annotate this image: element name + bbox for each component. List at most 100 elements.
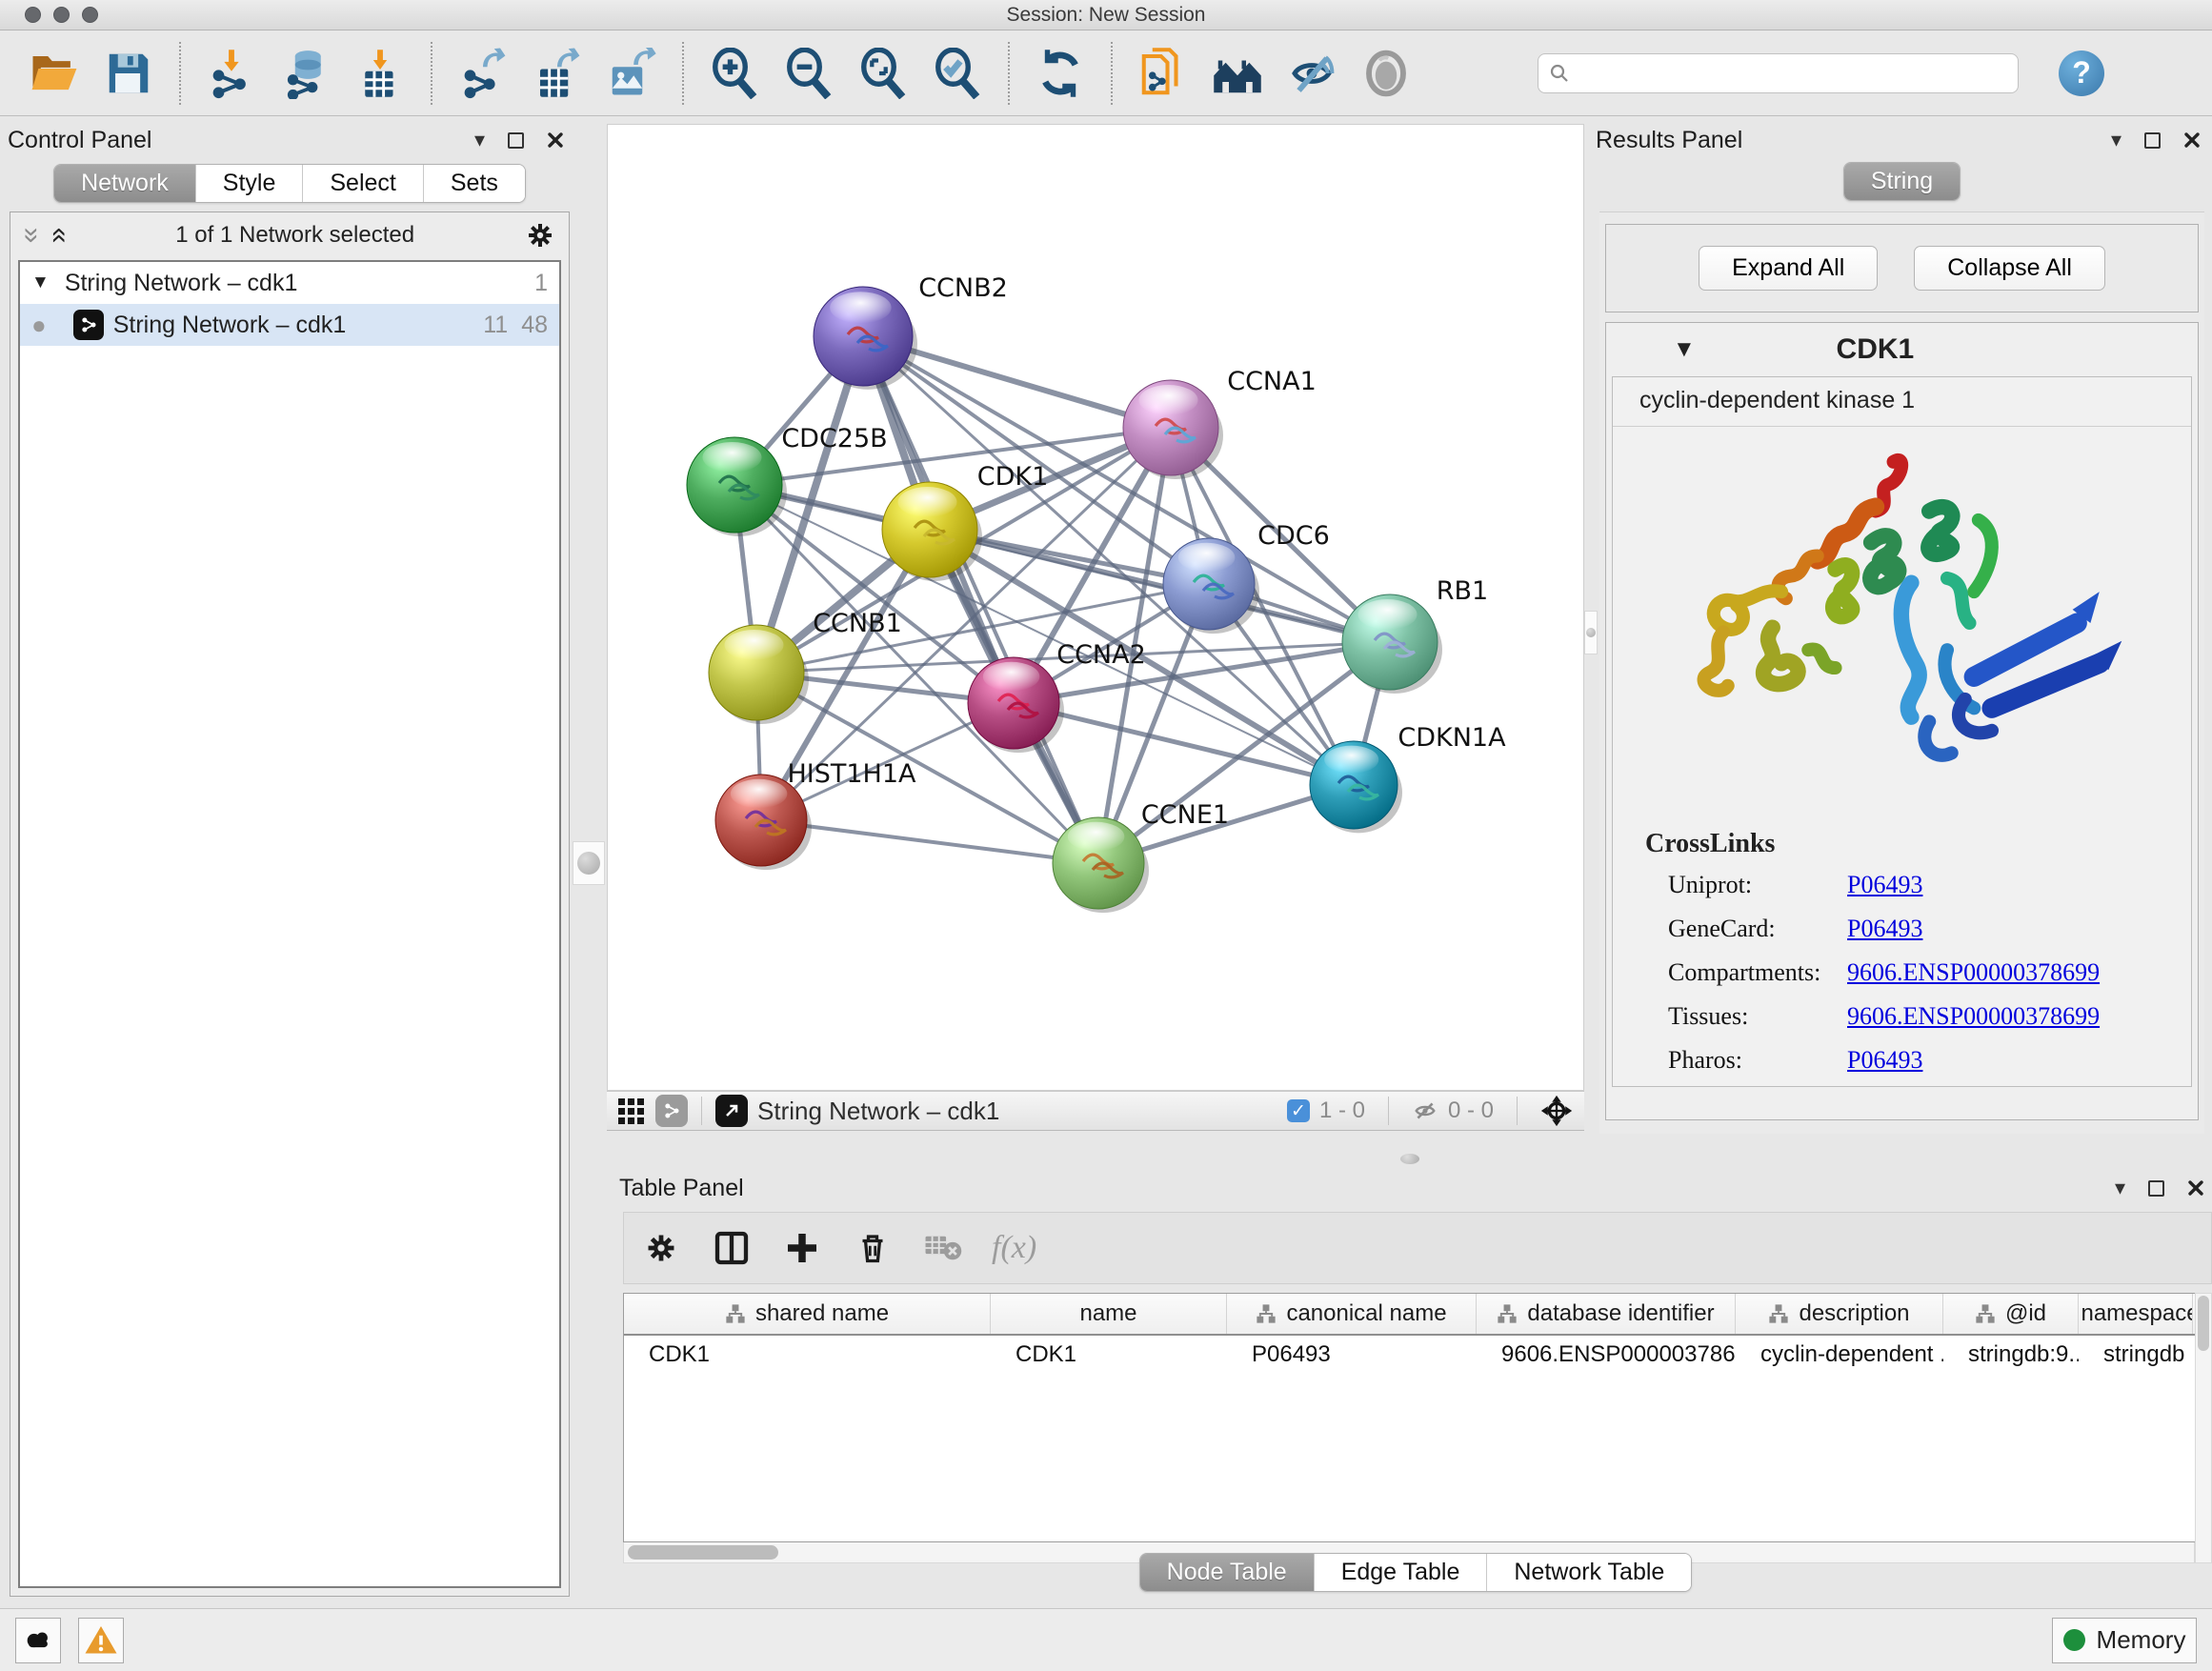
open-session-icon[interactable] bbox=[27, 46, 82, 101]
network-node-CCNA2[interactable] bbox=[968, 657, 1064, 753]
panel-float-icon[interactable] bbox=[2144, 132, 2161, 149]
tab-sets[interactable]: Sets bbox=[423, 165, 525, 202]
detach-view-icon[interactable] bbox=[715, 1095, 748, 1127]
column-header[interactable]: @id bbox=[1943, 1294, 2079, 1334]
network-node-HIST1H1A[interactable] bbox=[715, 775, 812, 870]
crosslink-link[interactable]: 9606.ENSP00000378699 bbox=[1847, 1002, 2100, 1031]
network-collection-row[interactable]: ▼ String Network – cdk1 1 bbox=[20, 262, 559, 304]
tab-network[interactable]: Network bbox=[54, 165, 195, 202]
expand-all-icon[interactable]: » bbox=[48, 228, 67, 244]
create-column-icon[interactable] bbox=[780, 1226, 824, 1270]
left-splitter-handle[interactable] bbox=[573, 841, 605, 885]
crosslink-link[interactable]: P06493 bbox=[1847, 1046, 1922, 1075]
column-header-label: database identifier bbox=[1527, 1300, 1714, 1327]
column-header[interactable]: name bbox=[991, 1294, 1227, 1334]
save-session-icon[interactable] bbox=[101, 46, 156, 101]
refresh-icon[interactable] bbox=[1033, 46, 1088, 101]
zoom-fit-icon[interactable] bbox=[855, 46, 911, 101]
warnings-button[interactable] bbox=[78, 1618, 124, 1663]
tab-string[interactable]: String bbox=[1844, 163, 1960, 200]
crosslink-link[interactable]: P06493 bbox=[1847, 871, 1922, 899]
table-cell[interactable]: CDK1 bbox=[991, 1336, 1227, 1374]
tab-node-table[interactable]: Node Table bbox=[1140, 1554, 1314, 1591]
panel-menu-icon[interactable]: ▾ bbox=[2111, 128, 2122, 152]
memory-button[interactable]: Memory bbox=[2052, 1618, 2197, 1663]
table-cell[interactable]: P06493 bbox=[1227, 1336, 1477, 1374]
network-options-gear-icon[interactable] bbox=[525, 220, 555, 251]
tab-network-table[interactable]: Network Table bbox=[1486, 1554, 1691, 1591]
collapse-all-icon[interactable]: » bbox=[22, 228, 41, 244]
string-import-icon[interactable] bbox=[1136, 46, 1191, 101]
tab-edge-table[interactable]: Edge Table bbox=[1314, 1554, 1487, 1591]
export-image-icon[interactable] bbox=[604, 46, 659, 101]
expand-all-button[interactable]: Expand All bbox=[1699, 246, 1878, 291]
zoom-out-icon[interactable] bbox=[781, 46, 836, 101]
import-table-icon[interactable] bbox=[352, 46, 408, 101]
grid-view-icon[interactable] bbox=[618, 1098, 644, 1124]
hide-glass-eye-icon[interactable] bbox=[1284, 46, 1339, 101]
table-cell[interactable]: 9606.ENSP00000378699 bbox=[1477, 1336, 1736, 1374]
network-node-CDK1[interactable] bbox=[882, 482, 982, 581]
function-builder-icon[interactable]: f(x) bbox=[992, 1230, 1036, 1266]
panel-close-icon[interactable] bbox=[547, 131, 564, 149]
column-header-label: @id bbox=[2005, 1300, 2046, 1327]
column-header[interactable]: description bbox=[1736, 1294, 1943, 1334]
import-network-icon[interactable] bbox=[204, 46, 259, 101]
table-options-gear-icon[interactable] bbox=[639, 1226, 683, 1270]
protein-collapse-icon[interactable]: ▼ bbox=[1673, 336, 1696, 363]
network-overview-icon[interactable] bbox=[655, 1095, 688, 1127]
network-node-CDC25B[interactable] bbox=[687, 437, 787, 536]
help-button[interactable]: ? bbox=[2059, 50, 2104, 96]
crosslink-link[interactable]: 9606.ENSP00000378699 bbox=[1847, 958, 2100, 987]
crosslink-link[interactable]: P06493 bbox=[1847, 915, 1922, 943]
network-node-CCNE1[interactable] bbox=[1053, 817, 1149, 913]
panel-float-icon[interactable] bbox=[508, 132, 524, 149]
column-header[interactable]: shared name bbox=[624, 1294, 991, 1334]
column-header[interactable]: canonical name bbox=[1227, 1294, 1477, 1334]
control-panel: Control Panel ▾ Network Style Select Set… bbox=[8, 124, 572, 1597]
panel-close-icon[interactable] bbox=[2187, 1179, 2204, 1197]
tab-select[interactable]: Select bbox=[302, 165, 422, 202]
collection-expand-icon[interactable]: ▼ bbox=[31, 272, 50, 293]
table-cell[interactable]: CDK1 bbox=[624, 1336, 991, 1374]
collapse-all-button[interactable]: Collapse All bbox=[1914, 246, 2105, 291]
table-cell[interactable]: stringdb:9... bbox=[1943, 1336, 2079, 1374]
show-eye-icon[interactable] bbox=[1358, 46, 1414, 101]
column-header[interactable]: database identifier bbox=[1477, 1294, 1736, 1334]
export-table-icon[interactable] bbox=[530, 46, 585, 101]
table-cell[interactable]: stringdb bbox=[2079, 1336, 2193, 1374]
network-node-CDC6[interactable] bbox=[1163, 538, 1259, 634]
horizontal-splitter-handle[interactable] bbox=[1400, 1154, 1419, 1164]
export-network-icon[interactable] bbox=[455, 46, 511, 101]
panel-close-icon[interactable] bbox=[2183, 131, 2201, 149]
network-row[interactable]: ● String Network – cdk1 11 48 bbox=[20, 304, 559, 346]
network-node-RB1[interactable] bbox=[1342, 594, 1442, 694]
column-header[interactable]: namespace bbox=[2079, 1294, 2193, 1334]
network-edge[interactable] bbox=[761, 820, 1098, 863]
network-node-CDKN1A[interactable] bbox=[1310, 741, 1402, 833]
birdseye-toggle-icon[interactable] bbox=[1540, 1095, 1573, 1127]
selected-indicator-checkbox[interactable]: ✓ bbox=[1287, 1099, 1310, 1122]
scrollbar-thumb[interactable] bbox=[2198, 1296, 2209, 1351]
table-vertical-scrollbar[interactable] bbox=[2195, 1293, 2212, 1563]
table-cell[interactable]: cyclin-dependent ... bbox=[1736, 1336, 1943, 1374]
delete-table-icon[interactable] bbox=[921, 1226, 965, 1270]
panel-menu-icon[interactable]: ▾ bbox=[474, 128, 485, 152]
network-node-CCNA1[interactable] bbox=[1123, 380, 1223, 479]
zoom-selected-icon[interactable] bbox=[930, 46, 985, 101]
tab-style[interactable]: Style bbox=[195, 165, 303, 202]
panel-float-icon[interactable] bbox=[2148, 1180, 2164, 1197]
crosslink-label: Tissues: bbox=[1668, 1002, 1847, 1031]
homologs-icon[interactable] bbox=[1210, 46, 1265, 101]
panel-menu-icon[interactable]: ▾ bbox=[2115, 1176, 2125, 1200]
column-header-label: shared name bbox=[755, 1300, 889, 1327]
cloud-status-button[interactable] bbox=[15, 1618, 61, 1663]
network-canvas[interactable]: CCNB2CCNA1CDC25BCDK1CDC6RB1CCNB1CCNA2CDK… bbox=[607, 124, 1584, 1091]
search-input[interactable] bbox=[1579, 60, 2008, 87]
zoom-in-icon[interactable] bbox=[707, 46, 762, 101]
import-network-database-icon[interactable] bbox=[278, 46, 333, 101]
delete-column-icon[interactable] bbox=[851, 1226, 895, 1270]
table-row[interactable]: CDK1CDK1P064939606.ENSP00000378699cyclin… bbox=[624, 1336, 2211, 1374]
network-tree: ▼ String Network – cdk1 1 ● String Netwo… bbox=[18, 260, 561, 1588]
show-columns-icon[interactable] bbox=[710, 1226, 754, 1270]
